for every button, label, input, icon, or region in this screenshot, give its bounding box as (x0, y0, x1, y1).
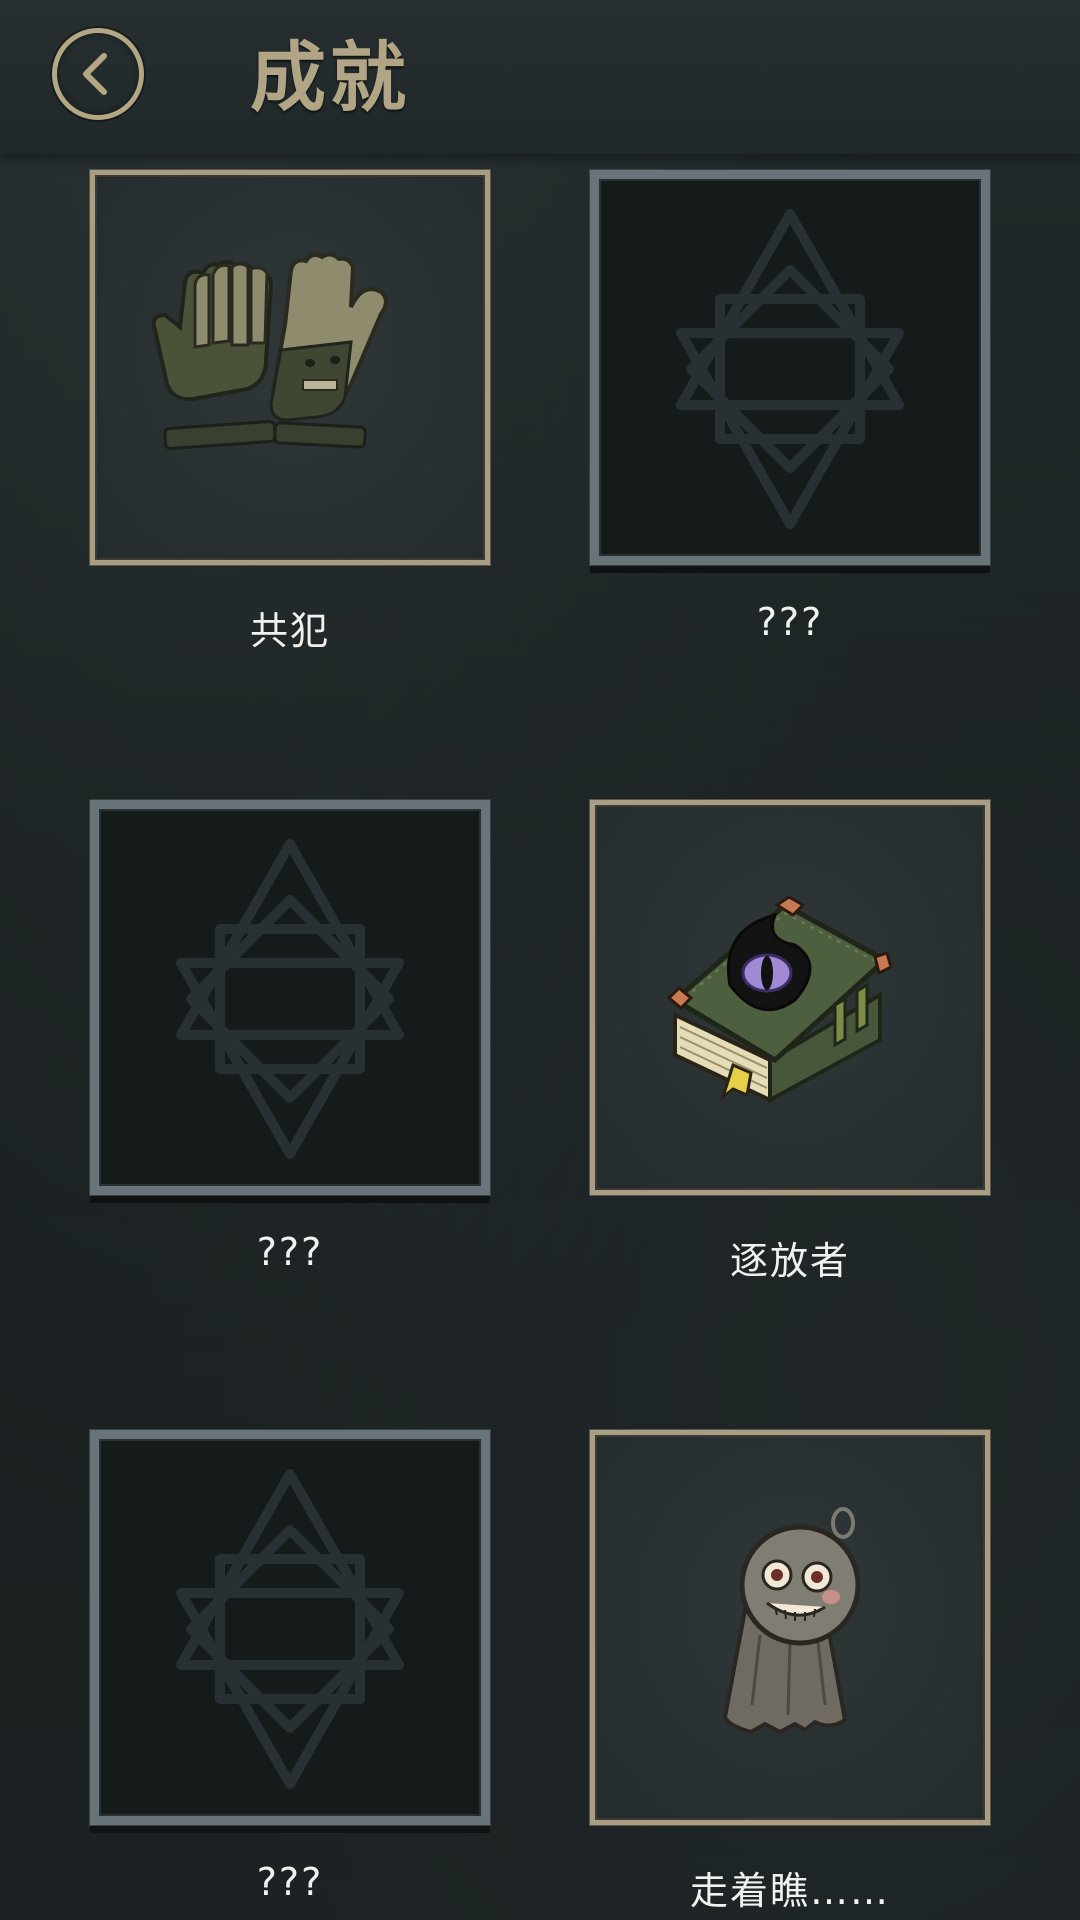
octagram-icon (176, 839, 404, 1159)
achievement-label: 共犯 (249, 609, 330, 653)
chevron-left-icon (83, 53, 107, 95)
octagram-icon (676, 209, 904, 529)
achievement-label: ??? (256, 1230, 324, 1274)
teru-teru-bozu-icon (722, 1507, 861, 1735)
back-button[interactable] (52, 28, 144, 120)
achievement-frame (590, 170, 990, 565)
gloves-icon (151, 252, 388, 450)
achievement-label: 逐放者 (729, 1239, 850, 1283)
header-bar: 成就 (0, 0, 1080, 154)
octagram-icon (176, 1469, 404, 1789)
achievement-frame (590, 1430, 990, 1825)
eye-book-icon (666, 895, 893, 1104)
achievement-frame (90, 170, 490, 565)
achievement-frame (90, 800, 490, 1195)
achievement-frame (90, 1430, 490, 1825)
achievement-frame (590, 800, 990, 1195)
achievement-label: ??? (256, 1860, 324, 1904)
achievements-screen: 成就 共犯 ??? ??? 逐放者 ??? 走着瞧…… (0, 0, 1080, 1920)
page-title: 成就 (250, 33, 410, 122)
achievement-label: ??? (756, 600, 824, 644)
achievement-label: 走着瞧…… (689, 1869, 890, 1913)
